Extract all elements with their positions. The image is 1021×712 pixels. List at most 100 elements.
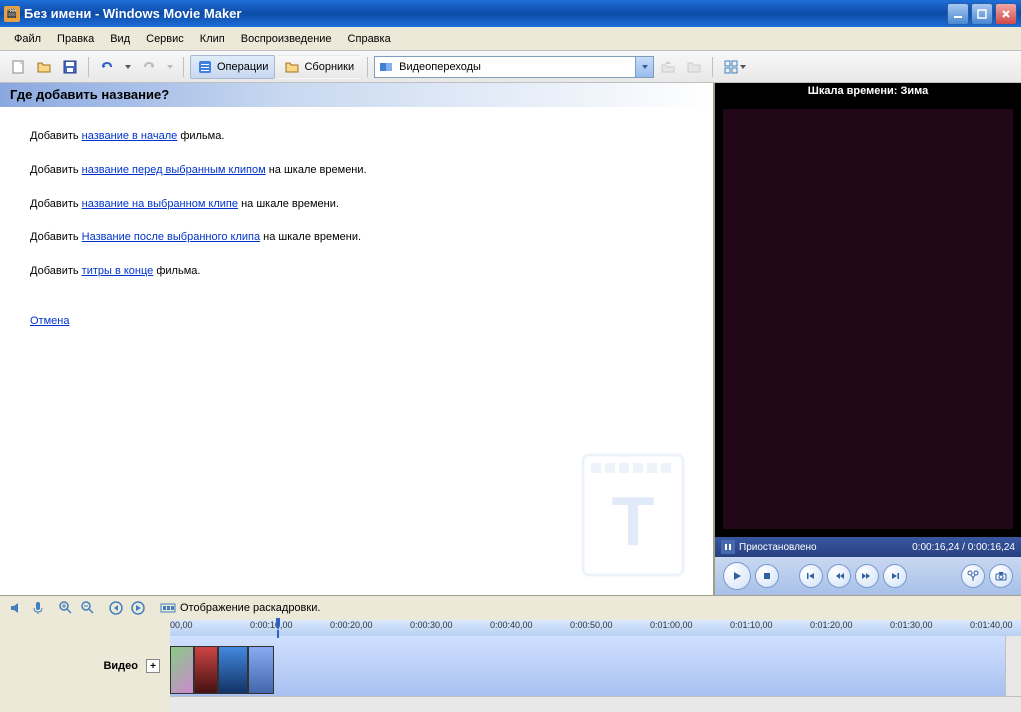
next-button[interactable] (883, 564, 907, 588)
task-header: Где добавить название? (0, 83, 713, 107)
task-option-1: Добавить название в начале фильма. (30, 127, 683, 147)
up-button[interactable] (656, 55, 680, 79)
play-button[interactable] (723, 562, 751, 590)
close-button[interactable] (995, 3, 1017, 25)
rewind-timeline-button[interactable] (106, 598, 126, 618)
toolbar: Операции Сборники Видеопереходы (0, 51, 1021, 83)
save-button[interactable] (58, 55, 82, 79)
preview-pane: Шкала времени: Зима Приостановлено 0:00:… (713, 83, 1021, 595)
task-option-3: Добавить название на выбранном клипе на … (30, 195, 683, 215)
task-content: Добавить название в начале фильма. Добав… (0, 107, 713, 352)
undo-dropdown[interactable] (121, 63, 135, 71)
storyboard-toggle[interactable]: Отображение раскадровки. (156, 600, 324, 616)
video-track[interactable] (170, 636, 1021, 696)
zoom-out-button[interactable] (78, 598, 98, 618)
menu-clip[interactable]: Клип (192, 30, 233, 48)
horizontal-scrollbar[interactable] (170, 696, 1021, 712)
menu-view[interactable]: Вид (102, 30, 138, 48)
cancel-link[interactable]: Отмена (30, 312, 683, 332)
task-option-4: Добавить Название после выбранного клипа… (30, 228, 683, 248)
expand-video-track[interactable]: + (146, 659, 160, 673)
ruler-tick: 0:01:40,00 (970, 620, 1013, 630)
svg-text:T: T (612, 482, 655, 560)
collections-label: Сборники (304, 61, 354, 73)
link-title-after-clip[interactable]: Название после выбранного клипа (82, 231, 260, 243)
redo-dropdown[interactable] (163, 63, 177, 71)
audio-levels-button[interactable] (6, 598, 26, 618)
link-credits-end[interactable]: титры в конце (82, 265, 154, 277)
menu-service[interactable]: Сервис (138, 30, 192, 48)
ruler-tick: 0:01:30,00 (890, 620, 933, 630)
track-label-video: Видео + (0, 636, 170, 696)
video-surface (723, 109, 1013, 529)
narrate-button[interactable] (28, 598, 48, 618)
separator (712, 57, 713, 77)
new-button[interactable] (6, 55, 30, 79)
task-option-5: Добавить титры в конце фильма. (30, 262, 683, 282)
menu-file[interactable]: Файл (6, 30, 49, 48)
link-title-beginning[interactable]: название в начале (82, 130, 178, 142)
ruler-tick: 0:01:20,00 (810, 620, 853, 630)
ruler-tick: 00,00 (170, 620, 193, 630)
open-button[interactable] (32, 55, 56, 79)
operations-button[interactable]: Операции (190, 55, 275, 79)
timeline-area: Отображение раскадровки. 00,00 0:00:10,00… (0, 595, 1021, 712)
task-pane: Где добавить название? Добавить название… (0, 83, 713, 595)
separator (183, 57, 184, 77)
snapshot-button[interactable] (989, 564, 1013, 588)
storyboard-label: Отображение раскадровки. (180, 602, 320, 614)
combo-value: Видеопереходы (397, 61, 635, 73)
ruler-tick: 0:01:10,00 (730, 620, 773, 630)
ruler-tick: 0:00:10,00 (250, 620, 293, 630)
clip-4[interactable] (248, 646, 274, 694)
combo-dropdown[interactable] (635, 57, 653, 77)
step-forward-button[interactable] (855, 564, 879, 588)
location-combo[interactable]: Видеопереходы (374, 56, 654, 78)
menu-edit[interactable]: Правка (49, 30, 102, 48)
preview-status-bar: Приостановлено 0:00:16,24 / 0:00:16,24 (715, 537, 1021, 557)
task-option-2: Добавить название перед выбранным клипом… (30, 161, 683, 181)
new-folder-button[interactable] (682, 55, 706, 79)
menu-play[interactable]: Воспроизведение (233, 30, 340, 48)
titlebar: 🎬 Без имени - Windows Movie Maker (0, 0, 1021, 27)
preview-controls (715, 557, 1021, 595)
window-title: Без имени - Windows Movie Maker (24, 6, 947, 21)
zoom-in-button[interactable] (56, 598, 76, 618)
timeline-ruler[interactable]: 00,00 0:00:10,00 0:00:20,00 0:00:30,00 0:00:… (170, 620, 1021, 636)
pause-status-icon (721, 540, 735, 554)
ruler-tick: 0:01:00,00 (650, 620, 693, 630)
redo-button[interactable] (137, 55, 161, 79)
status-text: Приостановлено (739, 542, 912, 553)
app-icon: 🎬 (4, 6, 20, 22)
maximize-button[interactable] (971, 3, 993, 25)
split-button[interactable] (961, 564, 985, 588)
play-timeline-button[interactable] (128, 598, 148, 618)
view-button[interactable] (719, 55, 751, 79)
link-title-on-clip[interactable]: название на выбранном клипе (82, 198, 238, 210)
clip-2[interactable] (194, 646, 218, 694)
step-back-button[interactable] (827, 564, 851, 588)
clip-1[interactable] (170, 646, 194, 694)
separator (367, 57, 368, 77)
playhead-marker[interactable] (273, 618, 283, 638)
preview-title: Шкала времени: Зима (715, 83, 1021, 101)
preview-video[interactable] (715, 101, 1021, 537)
link-title-before-clip[interactable]: название перед выбранным клипом (82, 164, 266, 176)
timeline-toolbar: Отображение раскадровки. (0, 596, 1021, 620)
minimize-button[interactable] (947, 3, 969, 25)
operations-label: Операции (217, 61, 268, 73)
ruler-tick: 0:00:30,00 (410, 620, 453, 630)
stop-button[interactable] (755, 564, 779, 588)
main-area: Где добавить название? Добавить название… (0, 83, 1021, 595)
timeline-tracks: Видео + (0, 636, 1021, 696)
ruler-tick: 0:00:40,00 (490, 620, 533, 630)
title-watermark-icon: T (573, 445, 693, 585)
menu-help[interactable]: Справка (340, 30, 399, 48)
undo-button[interactable] (95, 55, 119, 79)
vertical-scrollbar[interactable] (1005, 636, 1021, 696)
collections-button[interactable]: Сборники (277, 55, 361, 79)
clip-3[interactable] (218, 646, 248, 694)
ruler-tick: 0:00:20,00 (330, 620, 373, 630)
prev-button[interactable] (799, 564, 823, 588)
window-controls (947, 3, 1017, 25)
